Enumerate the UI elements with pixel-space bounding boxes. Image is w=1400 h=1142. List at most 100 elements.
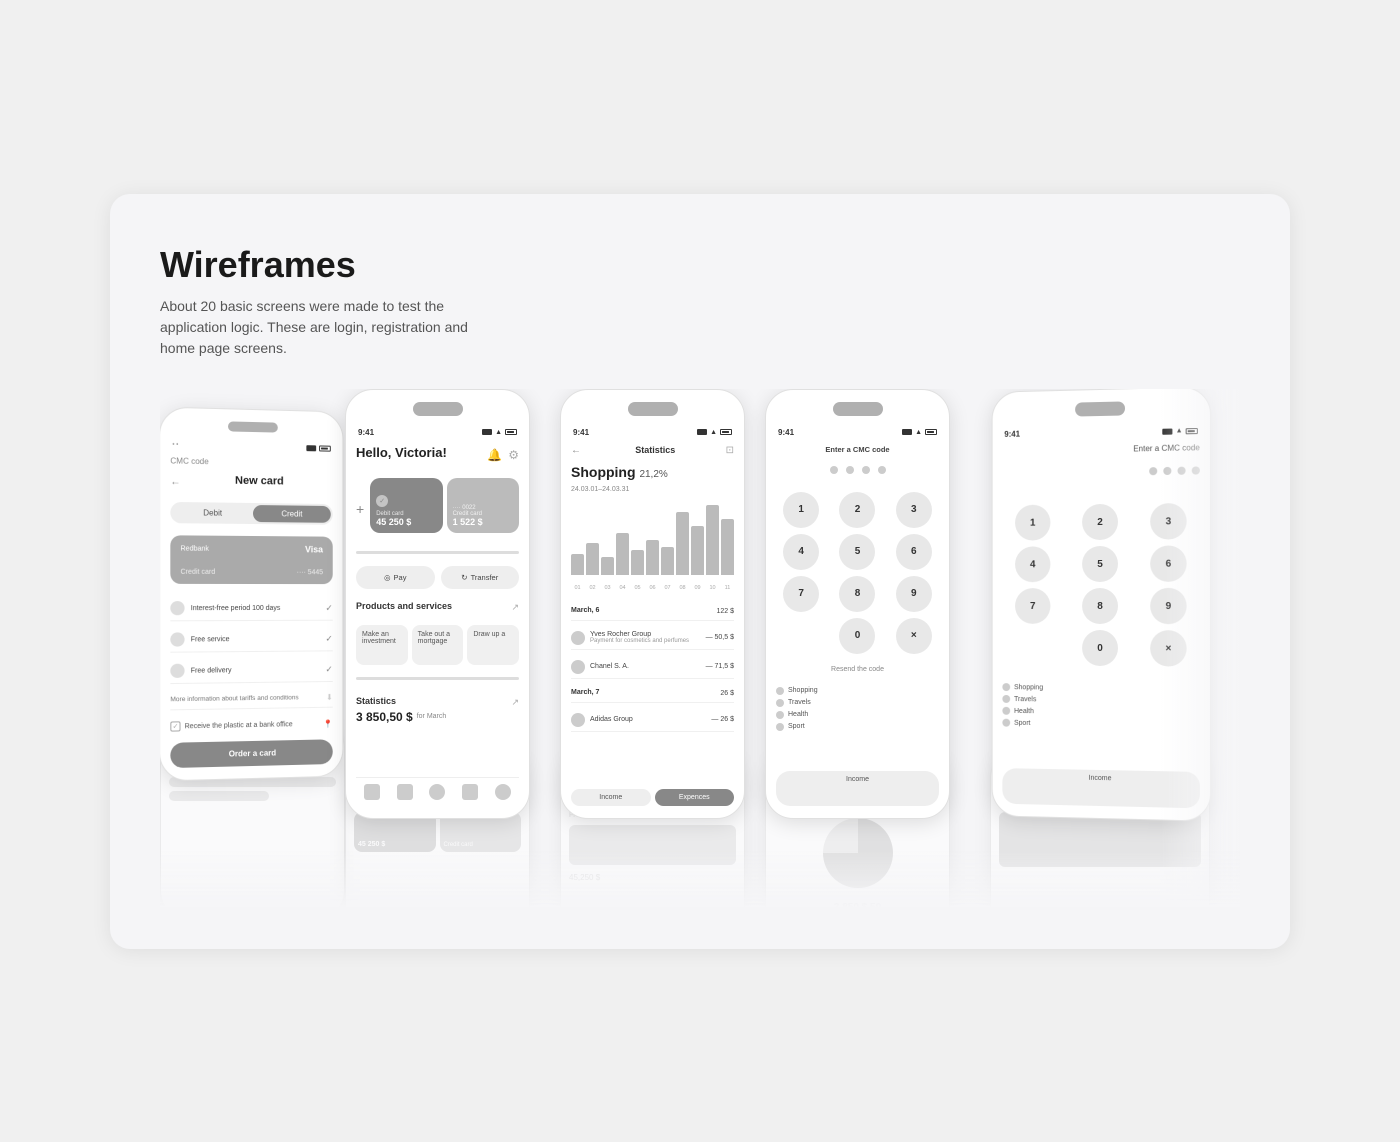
screen-cmc-right: 9:41 ▲ Enter a CMC code 1 2: [992, 389, 1212, 822]
progress-bar: [356, 551, 519, 554]
tx-chanel[interactable]: Chanel S. A. — 71,5 $: [571, 656, 734, 679]
numpad: 1 2 3 4 5 6 7 8 9 0 ×: [776, 492, 939, 654]
dot-r1: [1149, 467, 1157, 475]
location-icon: 📍: [323, 719, 333, 728]
key-4[interactable]: 4: [783, 534, 819, 570]
income-filter[interactable]: Income: [571, 789, 651, 806]
add-card-icon[interactable]: +: [356, 501, 364, 517]
key-r9[interactable]: 9: [1150, 587, 1186, 623]
key-r7[interactable]: 7: [1015, 588, 1050, 624]
divider-bar: [356, 677, 519, 680]
income-btn-bottom[interactable]: Income: [776, 771, 939, 806]
nav-home-icon[interactable]: [364, 784, 380, 800]
tx-filter-row: Income Expences: [571, 789, 734, 806]
reissue-card: [569, 825, 736, 865]
key-r6[interactable]: 6: [1150, 545, 1186, 581]
dot-1: [830, 466, 838, 474]
key-r1[interactable]: 1: [1015, 504, 1050, 540]
screen-title: New card: [235, 474, 284, 487]
bar-1: [571, 554, 584, 575]
back-icon[interactable]: ←: [170, 476, 180, 487]
credit-amount: 1 522 $: [453, 517, 513, 527]
credit-card-thumb[interactable]: ···· 0022 Credit card 1 522 $: [447, 478, 519, 533]
status-bar: • •: [170, 442, 332, 451]
key-6[interactable]: 6: [896, 534, 932, 570]
key-r2[interactable]: 2: [1082, 503, 1118, 539]
time-4: 9:41: [778, 428, 794, 437]
legend-shopping: Shopping: [776, 687, 939, 695]
back-icon-3[interactable]: ←: [571, 445, 581, 456]
key-9[interactable]: 9: [896, 576, 932, 612]
checkbox-row[interactable]: ✓ Receive the plastic at a bank office 📍: [170, 713, 332, 736]
shopping-percent: 21,2%: [639, 469, 667, 480]
card-network: Visa: [305, 544, 323, 554]
nav-scan-icon[interactable]: [429, 784, 445, 800]
bar-9: [691, 526, 704, 575]
nav-grid-icon[interactable]: [462, 784, 478, 800]
key-5[interactable]: 5: [839, 534, 875, 570]
key-delete[interactable]: ×: [896, 618, 932, 654]
transfer-button[interactable]: ↻Transfer: [441, 566, 520, 589]
checkbox[interactable]: ✓: [170, 721, 180, 731]
key-r4[interactable]: 4: [1015, 546, 1050, 582]
product-mortgage[interactable]: Take out a mortgage: [412, 625, 464, 665]
key-r3[interactable]: 3: [1150, 502, 1186, 539]
income-btn-right[interactable]: Income: [1002, 768, 1200, 808]
tx-march6-header: March, 6 122 $: [571, 603, 734, 621]
notification-icon[interactable]: 🔔: [487, 448, 502, 462]
legend-health: Health: [776, 711, 939, 719]
key-3[interactable]: 3: [896, 492, 932, 528]
key-r5[interactable]: 5: [1082, 545, 1118, 581]
expand-icon[interactable]: ↗: [511, 602, 519, 613]
reissue-amount: 45,250 $: [569, 873, 736, 882]
key-1[interactable]: 1: [783, 492, 819, 528]
legend-dot-r-sport: [1002, 718, 1010, 726]
tx-adidas[interactable]: Adidas Group — 26 $: [571, 709, 734, 732]
pay-icon: ◎: [384, 573, 391, 582]
nav-card-icon[interactable]: [397, 784, 413, 800]
resend-code[interactable]: Resend the code: [776, 666, 939, 673]
wireframes-area: • • CMC code ← New card Debit Credit: [160, 389, 1240, 909]
tx-yves-rocher[interactable]: Yves Rocher Group Payment for cosmetics …: [571, 627, 734, 650]
stats-amount: 3 850,50 $: [356, 710, 413, 724]
key-7[interactable]: 7: [783, 576, 819, 612]
screen-3-title: Statistics: [635, 445, 675, 455]
legend-right: Shopping Travels Health Sport: [1002, 683, 1200, 729]
key-0[interactable]: 0: [839, 618, 875, 654]
stats-expand-icon[interactable]: ↗: [511, 697, 519, 708]
settings-icon-2[interactable]: ⚙: [508, 448, 519, 462]
check-icon-2: ✓: [325, 633, 332, 644]
dot-r4: [1192, 466, 1200, 474]
legend-sport: Sport: [776, 723, 939, 731]
wifi-4: ▲: [915, 429, 922, 436]
check-icon-3: ✓: [325, 663, 332, 674]
chart-labels: 01 02 03 04 05 06 07 08 09 10 11: [571, 585, 734, 591]
screen-cmc-code: 9:41 ▲ Enter a CMC code 1 2: [765, 389, 950, 819]
key-2[interactable]: 2: [839, 492, 875, 528]
product-other[interactable]: Draw up a: [467, 625, 519, 665]
cmc-dots-right: [1002, 466, 1200, 477]
key-r0[interactable]: 0: [1082, 629, 1118, 665]
signal-icon-2: [482, 429, 492, 435]
product-invest[interactable]: Make an investment: [356, 625, 408, 665]
legend-dot-health: [776, 711, 784, 719]
bar-3: [601, 557, 614, 575]
key-r8[interactable]: 8: [1082, 587, 1118, 623]
expenses-filter[interactable]: Expences: [655, 789, 735, 806]
pay-button[interactable]: ◎Pay: [356, 566, 435, 589]
legend-travels: Travels: [776, 699, 939, 707]
battery-3: [720, 429, 732, 435]
tab-debit[interactable]: Debit: [172, 504, 252, 522]
order-card-button[interactable]: Order a card: [170, 739, 332, 768]
bar-10: [706, 505, 719, 575]
legend: Shopping Travels Health Sport: [776, 687, 939, 731]
legend-r-shopping: Shopping: [1002, 683, 1200, 693]
check-icon: ✓: [325, 602, 332, 613]
debit-card-thumb[interactable]: ✓ Debit card 45 250 $: [370, 478, 442, 533]
nav-profile-icon[interactable]: [495, 784, 511, 800]
key-r-delete[interactable]: ×: [1150, 630, 1186, 666]
key-8[interactable]: 8: [839, 576, 875, 612]
screenshot-icon[interactable]: ⊡: [726, 445, 734, 456]
tab-credit[interactable]: Credit: [253, 505, 331, 523]
feature-delivery: Free delivery ✓: [170, 657, 332, 684]
